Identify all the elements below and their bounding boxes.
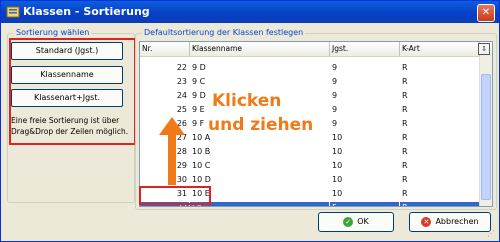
checkmark-icon: ✓ [343,216,354,227]
cell-jgst: 10 [330,174,400,186]
ok-label: OK [357,217,369,226]
cancel-icon: ✕ [421,216,432,227]
cell-name: 10 B [190,146,330,158]
cell-jgst: 9 [330,90,400,102]
cell-kart: R [400,90,480,102]
table-row[interactable]: 22 9 D9R [140,62,480,75]
vertical-scrollbar[interactable] [479,56,492,206]
cell-name: 10 E [190,188,330,200]
cell-jgst: 9 [330,76,400,88]
cell-kart: R [400,76,480,88]
cancel-label: Abbrechen [435,217,479,226]
cell-nr: 23 [140,76,190,88]
cell-kart: R [400,118,480,130]
cell-jgst: 10 [330,146,400,158]
col-header-jgst[interactable]: Jgst. [330,42,400,56]
cell-kart: R [400,188,480,200]
col-header-klassenname[interactable]: Klassenname [190,42,330,56]
sort-standard-button[interactable]: Standard (Jgst.) [11,42,123,60]
cell-kart: R [400,132,480,144]
cell-nr: 24 [140,90,190,102]
cell-jgst: 10 [330,132,400,144]
cell-kart: R [400,160,480,172]
cell-kart: R [400,174,480,186]
cell-kart: R [400,104,480,116]
window-title: Klassen - Sortierung [23,5,150,18]
close-button[interactable]: ✕ [477,4,495,22]
sort-group-legend: Sortierung wählen [14,28,92,37]
cell-name: 5z [190,202,330,206]
ok-button[interactable]: ✓ OK [318,212,394,232]
up-arrow-icon [159,117,185,185]
sort-classtype-button[interactable]: Klassenart+Jgst. [11,89,123,107]
col-header-kart[interactable]: K-Art [400,42,480,56]
table-row[interactable]: 23 9 C9R [140,76,480,89]
sort-classname-button[interactable]: Klassenname [11,66,123,84]
column-chooser-icon[interactable]: ⇩ [478,43,490,55]
cell-kart: R [400,62,480,74]
dragged-row-highlight [139,186,211,205]
cell-jgst: 10 [330,188,400,200]
table-row[interactable]: 28 10 B 10 R [140,146,480,159]
cell-jgst: 10 [330,160,400,172]
cell-name: 9 D [190,62,330,74]
cell-kart: R [400,146,480,158]
annotation-line1: Klicken [212,91,282,111]
table-header: Nr. Klassenname Jgst. K-Art ⇩ [140,42,492,57]
cell-jgst: 9 [330,62,400,74]
app-icon [6,6,20,18]
annotation-line2: und ziehen [208,115,314,135]
cell-nr: 25 [140,104,190,116]
cell-name: 10 D [190,174,330,186]
table-row[interactable]: 24 9 D9R [140,90,480,103]
resize-grip-icon[interactable]: ⋰ [487,229,497,239]
cell-jgst: 9 [330,104,400,116]
scrollbar-thumb[interactable] [481,74,491,200]
cell-name: 9 C [190,76,330,88]
cell-jgst: 5 [330,202,400,206]
cell-nr: 22 [140,62,190,74]
class-table[interactable]: Nr. Klassenname Jgst. K-Art ⇩ 22 9 D 9 R 23 9… [139,41,493,207]
col-header-nr[interactable]: Nr. [140,42,190,56]
cell-jgst: 9 [330,118,400,130]
table-group-legend: Defaultsortierung der Klassen festlegen [142,28,306,37]
cell-kart: R [400,202,480,206]
table-row[interactable]: 29 10 C 10 R [140,160,480,173]
cancel-button[interactable]: ✕ Abbrechen [409,212,491,232]
drag-drop-hint: Eine freie Sortierung ist über Drag&Drop… [11,116,129,136]
cell-name: 10 C [190,160,330,172]
title-bar[interactable]: Klassen - Sortierung ✕ [1,1,499,23]
dialog-window: Klassen - Sortierung ✕ Sortierung wählen… [0,0,500,242]
